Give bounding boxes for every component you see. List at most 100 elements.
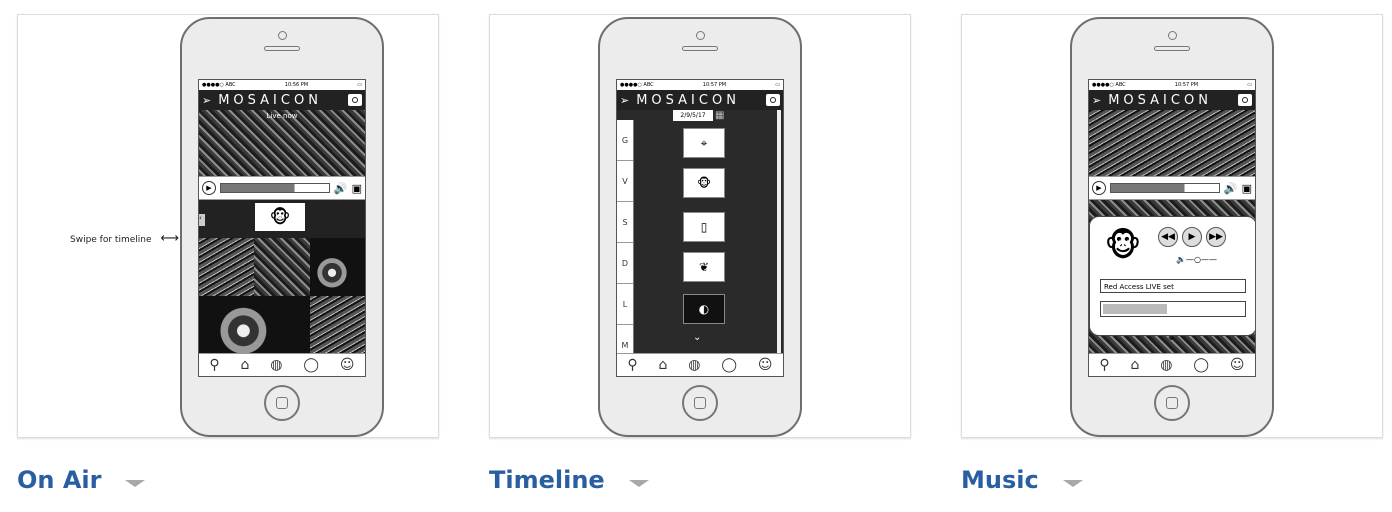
scrollbar[interactable] [777, 110, 781, 356]
logo-text: MOSAICON [218, 92, 322, 108]
app-header: ➢ MOSAICON [1089, 90, 1255, 110]
live-video[interactable]: Live now [199, 110, 365, 176]
letter-index-item[interactable]: D [617, 243, 633, 284]
battery-icon: ▭ [1247, 82, 1252, 88]
refresh-icon[interactable]: ◯ [721, 357, 737, 373]
carrier-label: ●●●●○ ABC [1092, 82, 1126, 88]
front-camera [696, 31, 705, 40]
caption-link[interactable]: Music [961, 466, 1039, 494]
crowd-photo[interactable] [309, 296, 365, 354]
caption-link[interactable]: On Air [17, 466, 101, 494]
camera-icon[interactable] [766, 94, 780, 106]
search-icon[interactable]: ⚲ [1099, 357, 1109, 373]
timeline-item-thumbnail[interactable]: ❦ [683, 252, 725, 282]
caption-link[interactable]: Timeline [489, 466, 605, 494]
chevron-down-icon[interactable] [125, 479, 146, 487]
monkey-icon: 🐵 [697, 176, 711, 190]
speaker-grille [682, 46, 718, 51]
concert-photo[interactable] [1089, 110, 1255, 176]
progress-bar[interactable] [1110, 183, 1220, 193]
letter-index-item[interactable]: S [617, 202, 633, 243]
comment-input[interactable] [1100, 301, 1246, 317]
home-button[interactable] [682, 385, 718, 421]
app-logo: ➢ MOSAICON [1092, 93, 1212, 108]
fullscreen-icon[interactable]: ▣ [352, 182, 362, 195]
lantern-icon: ⌖ [700, 135, 708, 150]
timeline-strip[interactable]: 🐵 ‹ [199, 200, 365, 238]
music-popup: 🐵 ◀◀ ▶ ▶▶ 🔉—○—— Red Access LIVE set ⌄ [1089, 216, 1255, 343]
letter-index-item[interactable]: G [617, 120, 633, 161]
crowd-photo[interactable] [199, 296, 310, 354]
status-time: 10:57 PM [702, 82, 727, 88]
camera-icon[interactable] [348, 94, 362, 106]
user-icon[interactable]: ☺ [758, 357, 773, 373]
refresh-icon[interactable]: ◯ [303, 357, 319, 373]
timeline-item-thumbnail[interactable]: ⌖ [683, 128, 725, 158]
search-icon[interactable]: ⚲ [627, 357, 637, 373]
tab-bar: ⚲ ⌂ ◍ ◯ ☺ [1089, 353, 1255, 376]
phone-screen: ●●●●○ ABC 10:57 PM ▭ ➢ MOSAICON ▶ 🔊 ▣ � [1088, 79, 1256, 377]
fast-forward-icon[interactable]: ▶▶ [1206, 227, 1226, 247]
monkey-avatar: 🐵 [255, 203, 305, 231]
chevron-double-down-icon[interactable]: ⌄ [693, 332, 701, 343]
phone-screen: ●●●●○ ABC 10:57 PM ▭ ➢ MOSAICON 2/9/5/17… [616, 79, 784, 377]
letter-index-item[interactable]: L [617, 284, 633, 325]
card-on-air[interactable]: Swipe for timeline ⟷ ●●●●○ ABC 10:56 PM … [17, 14, 439, 438]
play-icon[interactable]: ▶ [1182, 227, 1202, 247]
crowd-photo[interactable] [254, 238, 310, 296]
app-logo: ➢ MOSAICON [202, 93, 322, 108]
progress-bar[interactable] [220, 183, 330, 193]
swipe-annotation-text: Swipe for timeline [70, 235, 152, 245]
card-music[interactable]: ●●●●○ ABC 10:57 PM ▭ ➢ MOSAICON ▶ 🔊 ▣ � [961, 14, 1383, 438]
chevron-double-down-icon[interactable]: ⌄ [1166, 329, 1176, 343]
caption-on-air: On Air [17, 466, 146, 494]
camera-icon[interactable] [1238, 94, 1252, 106]
phone-screen: ●●●●○ ABC 10:56 PM ▭ ➢ MOSAICON Live now… [198, 79, 366, 377]
refresh-icon[interactable]: ◯ [1193, 357, 1209, 373]
date-picker[interactable]: 2/9/5/17 [673, 110, 713, 121]
chevron-left-icon[interactable]: ‹ [199, 214, 205, 226]
tab-bar: ⚲ ⌂ ◍ ◯ ☺ [617, 353, 783, 376]
play-icon[interactable]: ▶ [1092, 181, 1106, 195]
tab-bar: ⚲ ⌂ ◍ ◯ ☺ [199, 353, 365, 376]
volume-icon[interactable]: 🔊 [334, 182, 348, 195]
volume-slider[interactable]: 🔉—○—— [1176, 255, 1217, 264]
card-timeline[interactable]: ●●●●○ ABC 10:57 PM ▭ ➢ MOSAICON 2/9/5/17… [489, 14, 911, 438]
carrier-label: ●●●●○ ABC [620, 82, 654, 88]
status-time: 10:56 PM [284, 82, 309, 88]
letter-index-item[interactable]: V [617, 161, 633, 202]
timeline-item-thumbnail[interactable]: ◐ [683, 294, 725, 324]
crowd-photo[interactable] [309, 238, 365, 296]
user-icon[interactable]: ☺ [1230, 357, 1245, 373]
speaker-grille [1154, 46, 1190, 51]
wings-icon: ❦ [698, 260, 710, 274]
timeline-item-thumbnail[interactable]: 🐵 [683, 168, 725, 198]
user-icon[interactable]: ☺ [340, 357, 355, 373]
play-icon[interactable]: ▶ [202, 181, 216, 195]
rewind-icon[interactable]: ◀◀ [1158, 227, 1178, 247]
globe-icon[interactable]: ◍ [270, 357, 282, 373]
globe-icon[interactable]: ◍ [1160, 357, 1172, 373]
logo-icon: ◐ [698, 302, 710, 316]
fullscreen-icon[interactable]: ▣ [1242, 182, 1252, 195]
logo-text: MOSAICON [636, 92, 740, 108]
phone-mockup: ●●●●○ ABC 10:57 PM ▭ ➢ MOSAICON 2/9/5/17… [598, 17, 802, 437]
search-icon[interactable]: ⚲ [209, 357, 219, 373]
home-button[interactable] [1154, 385, 1190, 421]
volume-icon[interactable]: 🔊 [1224, 182, 1238, 195]
chevron-down-icon[interactable] [628, 479, 649, 487]
home-icon[interactable]: ⌂ [241, 357, 250, 373]
home-button[interactable] [264, 385, 300, 421]
timeline-item-thumbnail[interactable]: ▯ [683, 212, 725, 242]
media-player: ▶ 🔊 ▣ [199, 176, 365, 200]
globe-icon[interactable]: ◍ [688, 357, 700, 373]
home-icon[interactable]: ⌂ [659, 357, 668, 373]
crowd-photo[interactable] [199, 238, 255, 296]
calendar-icon[interactable]: ▦ [715, 110, 724, 121]
chevron-down-icon[interactable] [1062, 479, 1083, 487]
paper-plane-icon: ➢ [620, 93, 634, 107]
logo-text: MOSAICON [1108, 92, 1212, 108]
caption-music: Music [961, 466, 1083, 494]
media-player: ▶ 🔊 ▣ [1089, 176, 1255, 200]
home-icon[interactable]: ⌂ [1131, 357, 1140, 373]
